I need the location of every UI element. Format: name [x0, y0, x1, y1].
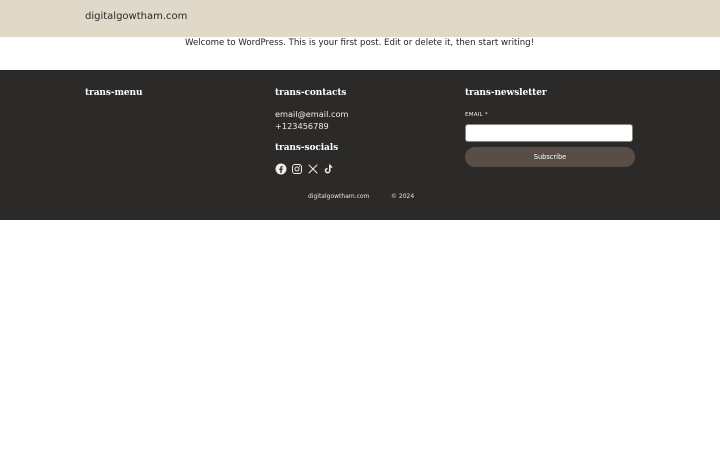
post-content: Welcome to WordPress. This is your first… — [0, 37, 720, 70]
socials-heading: trans-socials — [275, 143, 339, 153]
site-footer: trans-menu trans-contacts email@email.co… — [0, 70, 720, 220]
newsletter-heading: trans-newsletter — [465, 88, 547, 98]
contact-phone[interactable]: +123456789 — [275, 121, 329, 131]
copyright-site: digitalgowtham.com — [308, 193, 370, 200]
contact-email[interactable]: email@email.com — [275, 109, 348, 119]
subscribe-button[interactable]: Subscribe — [465, 147, 635, 167]
copyright-year: © 2024 — [391, 193, 415, 200]
post-text: Welcome to WordPress. This is your first… — [185, 38, 535, 48]
menu-heading: trans-menu — [85, 88, 143, 98]
email-label: EMAIL * — [465, 112, 488, 118]
instagram-icon[interactable] — [291, 163, 303, 175]
tiktok-icon[interactable] — [322, 163, 334, 175]
contacts-heading: trans-contacts — [275, 88, 347, 98]
site-header: digitalgowtham.com — [0, 0, 720, 37]
x-icon[interactable] — [307, 163, 319, 175]
facebook-icon[interactable] — [275, 163, 287, 175]
email-input[interactable] — [465, 124, 633, 142]
site-title-link[interactable]: digitalgowtham.com — [85, 11, 187, 22]
